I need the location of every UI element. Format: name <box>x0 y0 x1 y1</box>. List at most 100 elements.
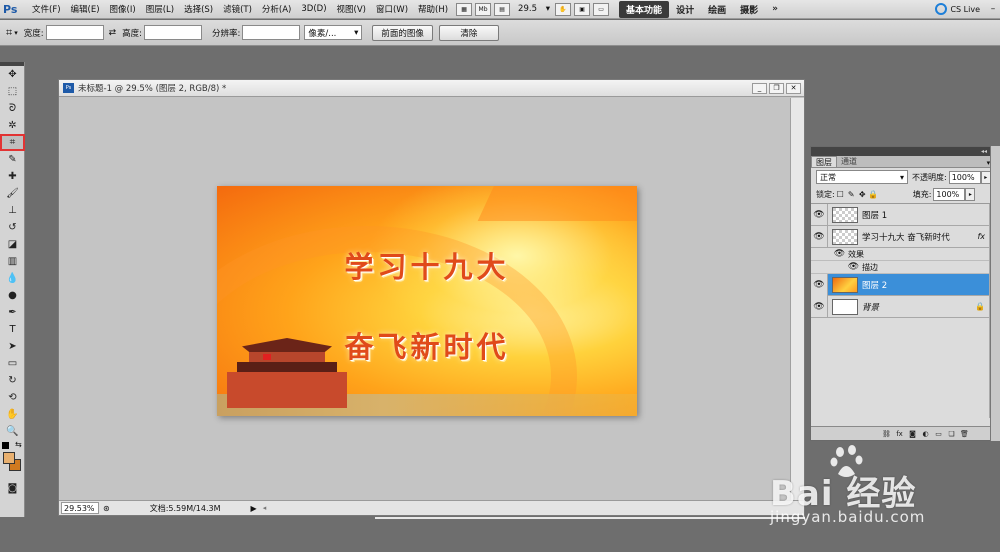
quick-mask-icon[interactable]: ◙ <box>0 480 25 497</box>
height-input[interactable] <box>144 25 203 40</box>
add-style-icon[interactable]: fx <box>893 430 906 438</box>
link-layers-icon[interactable]: ⛓ <box>880 430 893 438</box>
new-group-icon[interactable]: ▭ <box>932 430 945 438</box>
menu-file[interactable]: 文件(F) <box>27 3 66 15</box>
scroll-left-icon[interactable]: ◂ <box>263 504 267 512</box>
zoom-level-field[interactable]: 29.5 ▾ <box>516 2 552 16</box>
lock-position-icon[interactable]: ✥ <box>857 190 868 199</box>
view-extras-icon[interactable]: ▤ <box>494 2 511 16</box>
zoom-percent-field[interactable]: 29.53% <box>61 502 99 514</box>
menu-image[interactable]: 图像(I) <box>105 3 141 15</box>
lock-transparent-icon[interactable]: ☐ <box>835 190 846 199</box>
document-titlebar[interactable]: Ps 未标题-1 @ 29.5% (图层 2, RGB/8) * _ ❐ ✕ <box>59 80 804 97</box>
type-tool-icon[interactable]: T <box>0 321 25 338</box>
3d-rotate-tool-icon[interactable]: ↻ <box>0 372 25 389</box>
canvas-area[interactable]: 学习十九大 奋飞新时代 <box>59 98 791 501</box>
crop-tool-icon[interactable]: ⌗ <box>0 134 25 151</box>
panel-header[interactable]: ◂◂✕ <box>811 147 999 156</box>
path-selection-tool-icon[interactable]: ➤ <box>0 338 25 355</box>
hand-tool-icon[interactable]: ✋ <box>0 406 25 423</box>
layer-effects-icon[interactable]: fx <box>977 232 985 241</box>
collapsed-panel-strip[interactable] <box>990 146 1000 441</box>
trash-icon[interactable]: 🗑 <box>958 430 971 438</box>
healing-brush-tool-icon[interactable]: ✚ <box>0 168 25 185</box>
hand-tool-icon[interactable]: ✋ <box>555 2 572 16</box>
canvas-image[interactable]: 学习十九大 奋飞新时代 <box>217 186 637 416</box>
add-mask-icon[interactable]: ◙ <box>906 430 919 438</box>
layer-stroke-row[interactable]: 👁 描边 <box>811 261 999 274</box>
eye-icon[interactable]: 👁 <box>811 295 828 318</box>
fill-arrow-icon[interactable]: ▸ <box>965 188 976 201</box>
workspace-painting[interactable]: 绘画 <box>701 1 733 18</box>
quick-select-tool-icon[interactable]: ✲ <box>0 117 25 134</box>
menu-help[interactable]: 帮助(H) <box>413 3 453 15</box>
history-brush-tool-icon[interactable]: ↺ <box>0 219 25 236</box>
workspace-more-button[interactable]: » <box>765 2 785 16</box>
zoom-tool-icon[interactable]: 🔍 <box>0 423 25 440</box>
eyedropper-tool-icon[interactable]: ✎ <box>0 151 25 168</box>
pen-tool-icon[interactable]: ✒ <box>0 304 25 321</box>
status-menu-arrow-icon[interactable]: ▶ <box>251 504 257 513</box>
blur-tool-icon[interactable]: 💧 <box>0 270 25 287</box>
swap-colors-icon[interactable]: ⇆ <box>15 440 22 449</box>
eye-icon[interactable]: 👁 <box>811 203 828 226</box>
layer-row[interactable]: 👁 学习十九大 奋飞新时代 fx <box>811 225 999 248</box>
adjustment-layer-icon[interactable]: ◐ <box>919 430 932 438</box>
gradient-tool-icon[interactable]: ▥ <box>0 253 25 270</box>
bridge-icon[interactable]: ▦ <box>456 2 473 16</box>
menu-select[interactable]: 选择(S) <box>179 3 218 15</box>
swap-icon[interactable]: ⇄ <box>109 28 117 38</box>
mini-bridge-icon[interactable]: Mb <box>475 2 492 16</box>
shape-tool-icon[interactable]: ▭ <box>0 355 25 372</box>
menu-3d[interactable]: 3D(D) <box>296 4 331 14</box>
eraser-tool-icon[interactable]: ◪ <box>0 236 25 253</box>
minimize-icon[interactable]: _ <box>752 82 767 94</box>
arrange-documents-icon[interactable]: ▣ <box>574 2 591 16</box>
opacity-input[interactable]: 100% <box>948 170 981 184</box>
document-vertical-scrollbar[interactable] <box>790 98 804 501</box>
eye-icon[interactable]: 👁 <box>831 248 848 261</box>
clear-button[interactable]: 清除 <box>438 24 499 41</box>
eye-icon[interactable]: 👁 <box>845 261 862 274</box>
doc-status-icon[interactable]: ⊛ <box>103 504 110 513</box>
workspace-photography[interactable]: 摄影 <box>733 1 765 18</box>
menu-analysis[interactable]: 分析(A) <box>257 3 296 15</box>
foreground-color-swatch[interactable] <box>3 452 15 464</box>
menu-view[interactable]: 视图(V) <box>332 3 371 15</box>
default-colors-icon[interactable] <box>2 442 9 449</box>
collapse-icon[interactable]: ◂◂ <box>981 148 987 155</box>
brush-tool-icon[interactable]: 🖌 <box>0 185 25 202</box>
fill-input[interactable]: 100% <box>933 188 966 201</box>
3d-orbit-tool-icon[interactable]: ⟲ <box>0 389 25 406</box>
tab-channels[interactable]: 通道 <box>837 156 861 167</box>
new-layer-icon[interactable]: ❏ <box>945 430 958 438</box>
cs-live-button[interactable]: CS Live <box>935 3 984 15</box>
layer-row[interactable]: 👁 图层 1 <box>811 203 999 226</box>
move-tool-icon[interactable]: ✥ <box>0 66 25 83</box>
crop-tool-preset-icon[interactable]: ⌗ <box>6 26 12 40</box>
front-image-button[interactable]: 前面的图像 <box>372 24 433 41</box>
menu-layer[interactable]: 图层(L) <box>141 3 179 15</box>
dodge-tool-icon[interactable]: ● <box>0 287 25 304</box>
width-input[interactable] <box>45 25 104 40</box>
resolution-unit-select[interactable]: 像素/... ▾ <box>304 25 363 40</box>
lock-image-icon[interactable]: ✎ <box>846 190 857 199</box>
chevron-down-icon[interactable]: ▾ <box>14 29 18 37</box>
eye-icon[interactable]: 👁 <box>811 273 828 296</box>
lock-all-icon[interactable]: 🔒 <box>868 190 879 199</box>
close-icon[interactable]: ✕ <box>786 82 801 94</box>
eye-icon[interactable]: 👁 <box>811 225 828 248</box>
workspace-design[interactable]: 设计 <box>669 1 701 18</box>
layer-effects-row[interactable]: 👁 效果 <box>811 248 999 261</box>
lasso-tool-icon[interactable]: ᘐ <box>0 100 25 117</box>
blend-mode-select[interactable]: 正常 ▾ <box>816 170 908 184</box>
screen-mode-icon[interactable]: ▭ <box>593 2 610 16</box>
marquee-tool-icon[interactable]: ⬚ <box>0 83 25 100</box>
minimize-icon[interactable]: – <box>986 2 1000 16</box>
restore-icon[interactable]: ❐ <box>769 82 784 94</box>
workspace-essentials[interactable]: 基本功能 <box>619 0 670 18</box>
menu-filter[interactable]: 滤镜(T) <box>218 3 257 15</box>
layer-row[interactable]: 👁 图层 2 <box>811 273 999 296</box>
tab-layers[interactable]: 图层 <box>811 156 837 167</box>
resolution-input[interactable] <box>242 25 301 40</box>
